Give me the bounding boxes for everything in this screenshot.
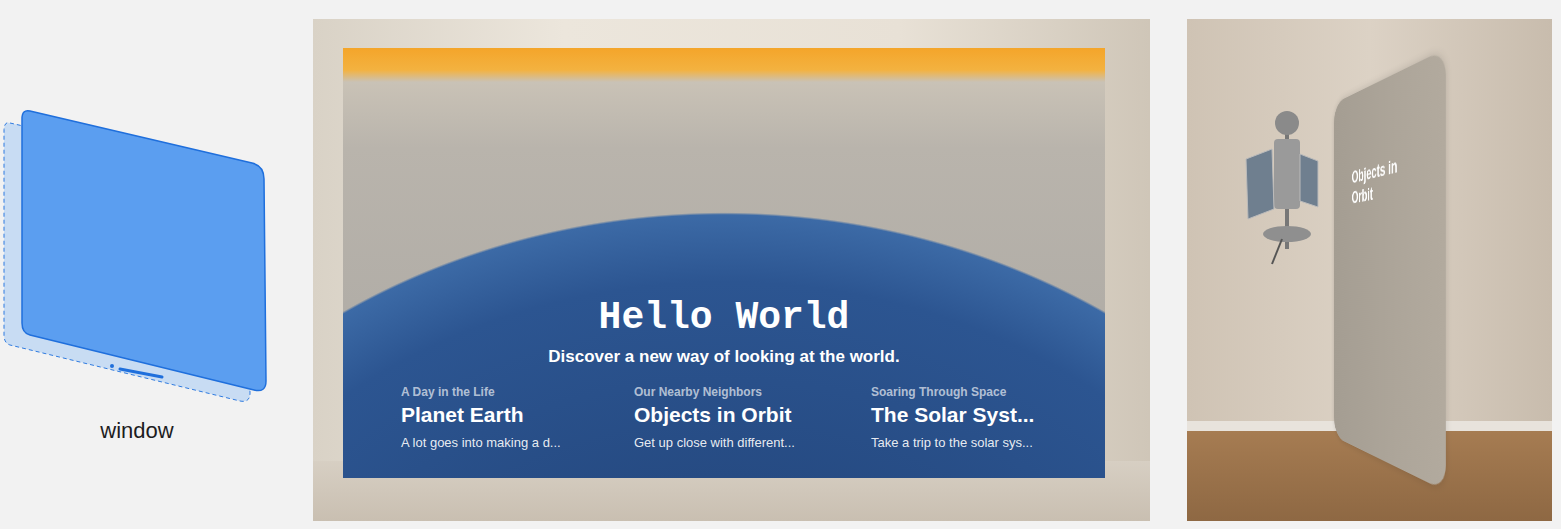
card-title: Planet Earth xyxy=(401,403,634,427)
satellite-icon xyxy=(1242,109,1322,279)
module-card[interactable]: Our Nearby Neighbors Objects in Orbit Get … xyxy=(634,385,871,450)
side-window: Objects in Orbit xyxy=(1334,49,1446,492)
module-card[interactable]: Soaring Through Space The Solar Syst... Ta… xyxy=(871,385,1091,450)
card-eyebrow: A Day in the Life xyxy=(401,385,634,399)
window-illustration-icon xyxy=(0,109,270,404)
card-description: Take a trip to the solar sys... xyxy=(871,435,1091,450)
card-eyebrow: Our Nearby Neighbors xyxy=(634,385,871,399)
app-title: Hello World xyxy=(343,297,1105,339)
card-description: Get up close with different... xyxy=(634,435,871,450)
module-card[interactable]: A Day in the Life Planet Earth A lot goes … xyxy=(401,385,634,450)
side-view-scene: Objects in Orbit xyxy=(1187,19,1552,521)
card-row: A Day in the Life Planet Earth A lot goes … xyxy=(343,385,1105,450)
illustration-label: window xyxy=(96,418,173,444)
card-description: A lot goes into making a d... xyxy=(401,435,634,450)
card-eyebrow: Soaring Through Space xyxy=(871,385,1091,399)
window-illustration: window xyxy=(0,19,270,521)
page: window Hello World Discover a new way of l… xyxy=(0,0,1561,529)
side-window-title: Objects in Orbit xyxy=(1352,155,1399,208)
app-window[interactable]: Hello World Discover a new way of looking… xyxy=(343,48,1105,478)
room-scene: Hello World Discover a new way of looking… xyxy=(313,19,1150,521)
card-title: Objects in Orbit xyxy=(634,403,871,427)
app-subtitle: Discover a new way of looking at the wor… xyxy=(343,347,1105,367)
card-title: The Solar Syst... xyxy=(871,403,1091,427)
